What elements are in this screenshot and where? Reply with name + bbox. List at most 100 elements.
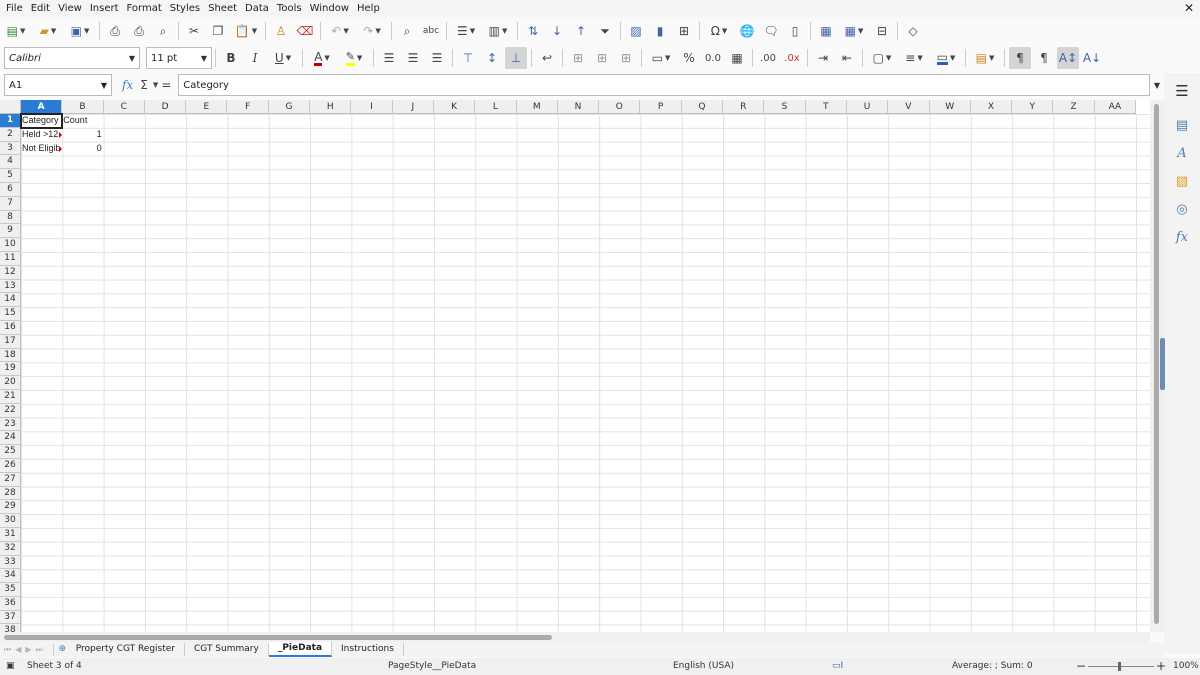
functions-icon[interactable]: fx <box>1170 225 1194 249</box>
row-header[interactable]: 7 <box>0 196 21 211</box>
gallery-icon[interactable]: ▨ <box>1170 169 1194 193</box>
menu-help[interactable]: Help <box>353 0 384 17</box>
print-button[interactable]: ⎙ <box>128 20 150 42</box>
cell-A3[interactable]: Not Eligib <box>21 142 63 156</box>
chevron-down-icon[interactable]: ▼ <box>129 54 135 63</box>
selection-mode-icon[interactable]: ▭I <box>832 658 843 675</box>
split-window-button[interactable]: ⊟ <box>871 20 893 42</box>
insert-comment-button[interactable]: 🗨 <box>760 20 782 42</box>
row-header[interactable]: 29 <box>0 500 21 515</box>
border-style-button[interactable]: ≡ ▼ <box>899 47 929 69</box>
sort-button[interactable]: ⇅ <box>522 20 544 42</box>
column-header[interactable]: J <box>392 100 434 114</box>
styles-icon[interactable]: A <box>1170 141 1194 165</box>
zoom-out-icon[interactable]: − <box>1076 658 1086 675</box>
column-header[interactable]: I <box>351 100 393 114</box>
column-header[interactable]: W <box>929 100 971 114</box>
row-header[interactable]: 6 <box>0 182 21 197</box>
column-header[interactable]: C <box>103 100 145 114</box>
column-header[interactable]: Q <box>681 100 724 114</box>
redo-button[interactable]: ↷ ▼ <box>357 20 387 42</box>
column-header[interactable]: U <box>846 100 889 114</box>
right-to-left-button[interactable]: ¶ <box>1033 47 1055 69</box>
row-header[interactable]: 3 <box>0 141 21 156</box>
zoom-level[interactable]: 100% <box>1173 658 1199 675</box>
navigator-icon[interactable]: ◎ <box>1170 197 1194 221</box>
sum-icon[interactable]: Σ <box>140 78 148 92</box>
center-vertically-button[interactable]: ↕ <box>481 47 503 69</box>
column-header[interactable]: A <box>21 100 63 114</box>
align-bottom-button[interactable]: ⊥ <box>505 47 527 69</box>
border-color-button[interactable]: ▭ ▼ <box>931 47 961 69</box>
save-button[interactable]: ▣ ▼ <box>65 20 95 42</box>
paste-button[interactable]: 📋 ▼ <box>231 20 261 42</box>
clear-formatting-button[interactable]: ⌫ <box>294 20 316 42</box>
clone-formatting-button[interactable]: ♙ <box>270 20 292 42</box>
add-decimal-button[interactable]: .00 <box>757 47 779 69</box>
menu-window[interactable]: Window <box>306 0 353 17</box>
chevron-down-icon[interactable]: ▼ <box>101 81 107 90</box>
sidebar-resize-handle[interactable] <box>1160 338 1165 390</box>
zoom-slider[interactable] <box>1088 666 1154 667</box>
row-header[interactable]: 23 <box>0 417 21 432</box>
sidebar-menu-icon[interactable]: ☰ <box>1170 79 1194 103</box>
row-header[interactable]: 2 <box>0 127 21 142</box>
autofilter-button[interactable]: ⏷ <box>594 20 616 42</box>
cell-area[interactable]: Category Count Held >12 1 Not Eligib 0 <box>19 113 1150 632</box>
cell-B2[interactable]: 1 <box>62 128 103 142</box>
row-header[interactable]: 24 <box>0 431 21 446</box>
menu-insert[interactable]: Insert <box>86 0 123 17</box>
number-format-button[interactable]: 0.0 <box>702 47 724 69</box>
row-header[interactable]: 20 <box>0 376 21 390</box>
row-header[interactable]: 28 <box>0 486 21 501</box>
menu-tools[interactable]: Tools <box>273 0 306 17</box>
find-replace-button[interactable]: ⌕ <box>396 20 418 42</box>
font-size-combo[interactable]: 11 pt ▼ <box>146 47 212 69</box>
column-header[interactable]: R <box>723 100 765 114</box>
function-wizard-icon[interactable]: fx <box>122 78 133 92</box>
row-header[interactable]: 37 <box>0 610 21 625</box>
row-header[interactable]: 15 <box>0 307 21 321</box>
row-header[interactable]: 36 <box>0 596 21 611</box>
row-header[interactable]: 26 <box>0 458 21 473</box>
previous-sheet-icon[interactable]: ◀ <box>15 645 21 655</box>
language[interactable]: English (USA) <box>673 658 734 675</box>
copy-button[interactable]: ❐ <box>207 20 229 42</box>
row-header[interactable]: 13 <box>0 279 21 294</box>
formula-input[interactable]: Category <box>178 74 1150 96</box>
sort-descending-button[interactable]: ↑ <box>570 20 592 42</box>
align-right-button[interactable]: ☰ <box>426 47 448 69</box>
merge-center-button[interactable]: ⊞ <box>567 47 589 69</box>
unmerge-cells-button[interactable]: ⊞ <box>615 47 637 69</box>
column-header[interactable]: X <box>970 100 1013 114</box>
horizontal-scroll-thumb[interactable] <box>4 635 552 640</box>
row-header[interactable]: 22 <box>0 403 21 418</box>
spelling-button[interactable]: abc <box>420 20 442 42</box>
new-document-button[interactable]: ▤ ▼ <box>1 20 31 42</box>
row-header[interactable]: 12 <box>0 265 21 280</box>
column-header[interactable]: E <box>186 100 228 114</box>
sheet-tab-cgt-summary[interactable]: CGT Summary <box>185 643 269 656</box>
increase-indent-button[interactable]: ⇥ <box>812 47 834 69</box>
row-header[interactable]: 9 <box>0 224 21 239</box>
column-header[interactable]: F <box>227 100 269 114</box>
currency-format-button[interactable]: ▭ ▼ <box>646 47 676 69</box>
date-format-button[interactable]: ▦ <box>726 47 748 69</box>
formula-equals-icon[interactable]: = <box>161 78 171 92</box>
open-button[interactable]: ▰ ▼ <box>33 20 63 42</box>
row-header[interactable]: 27 <box>0 472 21 487</box>
row-header[interactable]: 5 <box>0 169 21 183</box>
row-header[interactable]: 19 <box>0 362 21 377</box>
show-draw-functions-button[interactable]: ◇ <box>902 20 924 42</box>
spreadsheet-grid[interactable]: A B C D E F G H I J K L M N O P Q R S T U V W X Y Z AA 1 2 3 4 5 6 7 8 9 10… <box>0 100 1150 632</box>
selection-summary[interactable]: Average: ; Sum: 0 <box>952 658 1033 675</box>
row-header[interactable]: 11 <box>0 251 21 266</box>
cell-A1[interactable]: Category <box>19 113 64 129</box>
delete-decimal-button[interactable]: .0x <box>781 47 803 69</box>
align-left-button[interactable]: ☰ <box>378 47 400 69</box>
sheet-tab-piedata[interactable]: _PieData <box>268 642 333 657</box>
menu-styles[interactable]: Styles <box>166 0 204 17</box>
export-pdf-button[interactable]: ⎙ <box>104 20 126 42</box>
define-print-area-button[interactable]: ▦ <box>815 20 837 42</box>
column-button[interactable]: ▥ ▼ <box>483 20 513 42</box>
